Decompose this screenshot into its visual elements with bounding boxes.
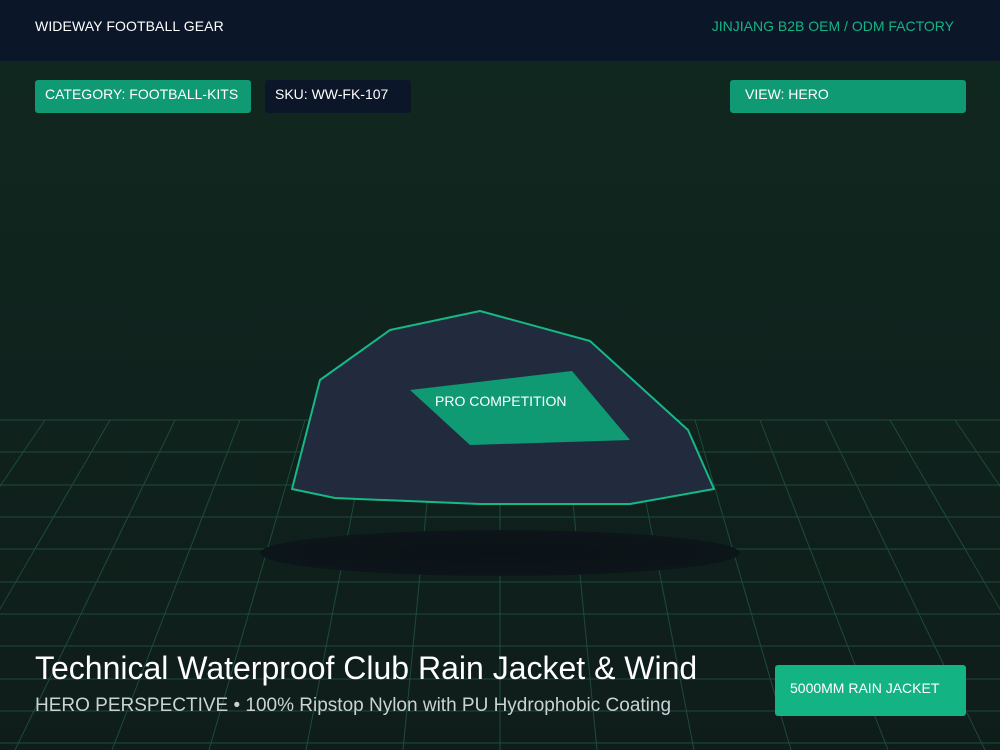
product-type-badge[interactable]: 5000MM RAIN JACKET (775, 665, 966, 716)
view-tag[interactable]: VIEW: HERO (730, 80, 966, 113)
brand-name: WIDEWAY FOOTBALL GEAR (35, 18, 224, 34)
product-title: Technical Waterproof Club Rain Jacket & … (35, 650, 698, 686)
product-subtitle: HERO PERSPECTIVE • 100% Ripstop Nylon wi… (35, 695, 672, 716)
sku-tag: SKU: WW-FK-107 (265, 80, 411, 113)
factory-label: JINJIANG B2B OEM / ODM FACTORY (711, 18, 954, 34)
patch-label: PRO COMPETITION (435, 393, 566, 409)
top-bar: WIDEWAY FOOTBALL GEAR JINJIANG B2B OEM /… (0, 0, 1000, 61)
product-shadow (260, 530, 740, 576)
category-tag[interactable]: CATEGORY: FOOTBALL-KITS (35, 80, 251, 113)
